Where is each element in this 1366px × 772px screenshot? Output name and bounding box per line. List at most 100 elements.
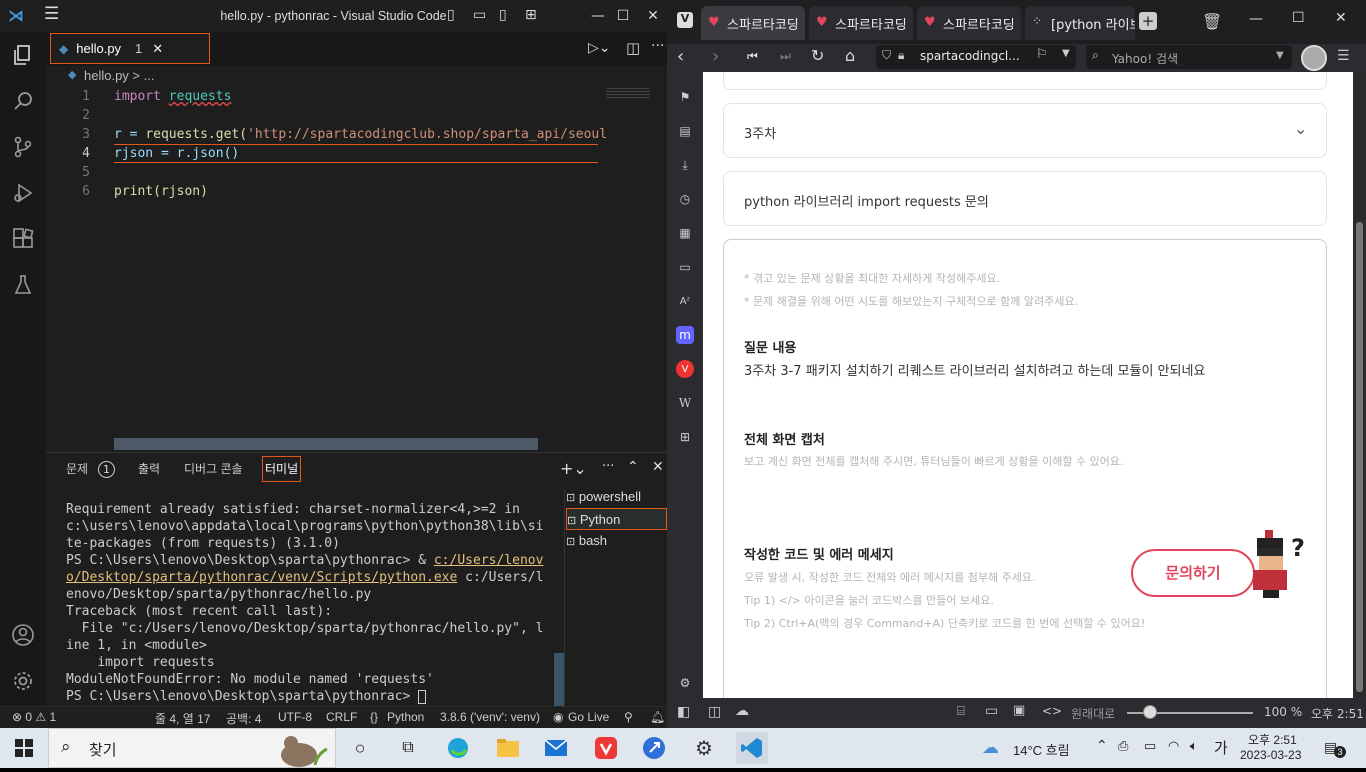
zoom-reset-label[interactable]: 원래대로 bbox=[1071, 705, 1115, 722]
tab-close-icon[interactable]: ✕ bbox=[152, 41, 163, 57]
status-interpreter[interactable]: 3.8.6 ('venv': venv) bbox=[440, 710, 540, 724]
edge-icon[interactable] bbox=[442, 732, 474, 764]
tab-debug-console[interactable]: 디버그 콘솔 bbox=[184, 453, 243, 485]
previous-field-card[interactable] bbox=[723, 72, 1327, 90]
bookmarks-icon[interactable]: ⚑ bbox=[676, 88, 694, 106]
maximize-panel-icon[interactable]: ⌃ bbox=[627, 459, 639, 475]
tab-output[interactable]: 출력 bbox=[138, 453, 160, 485]
wikipedia-icon[interactable]: W bbox=[676, 394, 694, 412]
status-eol[interactable]: CRLF bbox=[326, 710, 357, 724]
taskbar-date[interactable]: 2023-03-23 bbox=[1240, 748, 1301, 762]
forward-icon[interactable]: › bbox=[712, 46, 719, 67]
run-python-icon[interactable]: ▷⌄ bbox=[588, 40, 611, 56]
settings-gear-icon[interactable]: ⚙ bbox=[688, 732, 720, 764]
status-cursor-position[interactable]: 줄 4, 열 17 bbox=[155, 710, 210, 727]
tab-tiling-icon[interactable]: ◫ bbox=[708, 704, 721, 720]
fast-forward-icon[interactable]: ⏭ bbox=[780, 49, 791, 64]
wifi-icon[interactable]: ◠ bbox=[1168, 738, 1179, 754]
history-icon[interactable]: ◷ bbox=[676, 190, 694, 208]
more-actions-icon[interactable]: ··· bbox=[651, 38, 664, 54]
vivaldi-menu-icon[interactable]: V bbox=[677, 12, 693, 28]
settings-gear-icon[interactable]: ⚙ bbox=[676, 674, 694, 692]
tray-chevron-up-icon[interactable]: ⌃ bbox=[1096, 737, 1108, 754]
browser-tab[interactable]: ♥ 스파르타코딩 bbox=[701, 6, 805, 40]
capture-icon[interactable]: ⌸ bbox=[957, 704, 965, 719]
terminal-list-item[interactable]: ⊡ Python bbox=[566, 508, 667, 530]
shield-icon[interactable]: ⛉ bbox=[882, 48, 891, 63]
cortana-icon[interactable]: ○ bbox=[344, 732, 376, 764]
browser-tab[interactable]: ♥ 스파르타코딩 bbox=[917, 6, 1021, 40]
status-language[interactable]: Python bbox=[387, 710, 424, 724]
terminal-output[interactable]: Requirement already satisfied: charset-n… bbox=[66, 501, 546, 705]
vivaldi-taskbar-icon[interactable] bbox=[590, 732, 622, 764]
breadcrumb[interactable]: ◆ hello.py > ... bbox=[46, 66, 667, 86]
window-panel-icon[interactable]: ▭ bbox=[676, 258, 694, 276]
split-editor-icon[interactable]: ◫ bbox=[626, 39, 640, 57]
mastodon-icon[interactable]: m bbox=[676, 326, 694, 344]
code-icon[interactable]: <> bbox=[1042, 704, 1062, 718]
terminal-list-item[interactable]: ⊡ powershell bbox=[566, 486, 667, 508]
source-control-icon[interactable] bbox=[0, 124, 46, 170]
browser-maximize-button[interactable]: ☐ bbox=[1292, 10, 1305, 26]
weather-cloud-icon[interactable]: ☁︎ bbox=[982, 738, 999, 758]
manage-gear-icon[interactable] bbox=[0, 658, 46, 704]
status-encoding[interactable]: UTF-8 bbox=[278, 710, 312, 724]
rewind-icon[interactable]: ⏮ bbox=[747, 49, 758, 64]
downloads-icon[interactable]: ⤓ bbox=[676, 156, 694, 174]
chevron-down-icon[interactable]: ▼ bbox=[1062, 48, 1070, 59]
close-button[interactable]: ✕ bbox=[630, 0, 667, 32]
search-field[interactable]: ⌕ Yahoo! 검색 ▼ bbox=[1086, 45, 1292, 69]
toggle-sidebar-icon[interactable]: ▯ bbox=[447, 7, 455, 23]
app-pin-icon[interactable] bbox=[638, 732, 670, 764]
window-icon[interactable]: ▭ bbox=[985, 703, 998, 719]
reading-list-icon[interactable]: ▤ bbox=[676, 122, 694, 140]
taskbar-time[interactable]: 오후 2:51 bbox=[1248, 731, 1297, 748]
ask-button[interactable]: 문의하기 bbox=[1131, 549, 1255, 597]
zoom-slider-handle[interactable] bbox=[1143, 705, 1157, 719]
url-bar[interactable]: ⛉ 🔒︎ spartacodingcl... ⚐ ▼ bbox=[876, 45, 1076, 69]
volume-icon[interactable]: 🔈︎ bbox=[1190, 738, 1198, 754]
back-icon[interactable]: ‹ bbox=[677, 46, 684, 67]
profile-avatar[interactable] bbox=[1301, 45, 1327, 71]
terminal-list-item[interactable]: ⊡ bash bbox=[566, 530, 667, 552]
testing-icon[interactable] bbox=[0, 262, 46, 308]
reload-icon[interactable]: ↻ bbox=[811, 46, 824, 65]
extensions-icon[interactable] bbox=[0, 216, 46, 262]
translate-icon[interactable]: Aᶻ bbox=[676, 292, 694, 310]
home-icon[interactable]: ⌂ bbox=[845, 46, 855, 65]
start-windows-icon[interactable] bbox=[8, 732, 40, 764]
scrollbar-thumb[interactable] bbox=[1356, 222, 1363, 692]
account-icon[interactable] bbox=[0, 612, 46, 658]
explorer-icon[interactable] bbox=[0, 32, 46, 78]
title-input[interactable]: python 라이브러리 import requests 문의 bbox=[723, 171, 1327, 226]
add-panel-icon[interactable]: ⊞ bbox=[676, 428, 694, 446]
search-icon[interactable] bbox=[0, 78, 46, 124]
code-editor[interactable]: 1 import requests 2 3 r = requests.get('… bbox=[46, 86, 667, 452]
week-select[interactable]: 3주차 ⌄ bbox=[723, 103, 1327, 158]
panel-toggle-icon[interactable]: ◧ bbox=[677, 704, 690, 720]
taskbar-search-box[interactable]: ⌕ 찾기 bbox=[48, 728, 336, 768]
new-tab-button[interactable]: + bbox=[1139, 12, 1157, 30]
device-icon[interactable]: ⎙ bbox=[1118, 738, 1128, 754]
notes-icon[interactable]: ▦ bbox=[676, 224, 694, 242]
layout-icon[interactable]: ⊞ bbox=[525, 7, 537, 23]
close-panel-icon[interactable]: ✕ bbox=[652, 459, 664, 475]
toggle-secondary-sidebar-icon[interactable]: ▯ bbox=[499, 7, 507, 23]
vscode-taskbar-icon[interactable] bbox=[736, 732, 768, 764]
more-icon[interactable]: ··· bbox=[602, 459, 614, 474]
mail-icon[interactable] bbox=[540, 732, 572, 764]
weather-text[interactable]: 14°C 흐림 bbox=[1013, 740, 1070, 759]
bookmark-icon[interactable]: ⚐ bbox=[1036, 47, 1048, 62]
page-scrollbar[interactable] bbox=[1353, 72, 1366, 698]
run-debug-icon[interactable] bbox=[0, 170, 46, 216]
notifications-icon[interactable]: 🔔︎ bbox=[650, 710, 665, 724]
image-icon[interactable]: ▣ bbox=[1013, 703, 1025, 718]
browser-tab[interactable]: ⁘ [python 라이브 bbox=[1025, 6, 1135, 40]
battery-icon[interactable]: ▭ bbox=[1144, 738, 1156, 754]
browser-tab[interactable]: ♥ 스파르타코딩 bbox=[809, 6, 913, 40]
horizontal-scrollbar[interactable] bbox=[114, 438, 538, 450]
new-terminal-icon[interactable]: +⌄ bbox=[560, 459, 587, 478]
tab-terminal[interactable]: 터미널 bbox=[262, 456, 302, 482]
tab-hello-py[interactable]: ◆ hello.py 1 ✕ bbox=[50, 33, 210, 64]
sync-cloud-icon[interactable]: ☁︎ bbox=[735, 703, 749, 719]
